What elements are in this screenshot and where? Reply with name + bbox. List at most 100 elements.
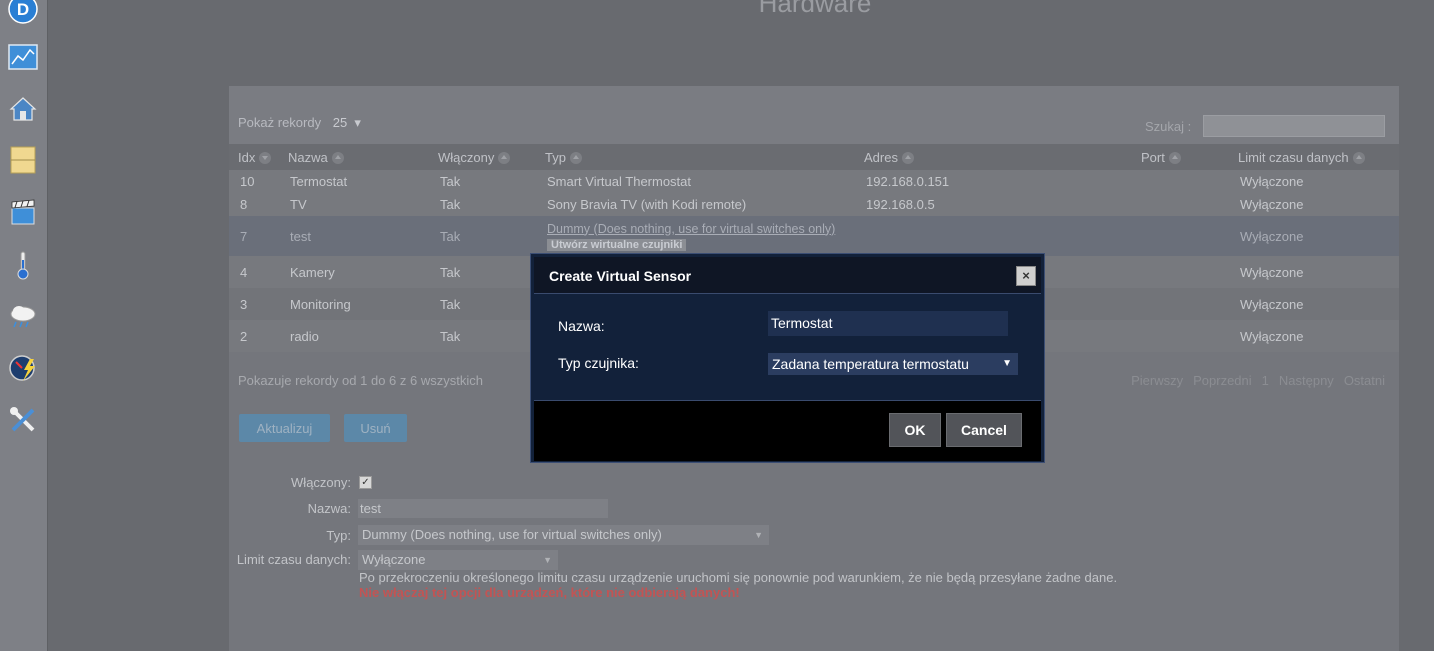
- name-field[interactable]: test: [358, 499, 608, 518]
- header-timeout[interactable]: Limit czasu danych: [1229, 144, 1399, 170]
- sensor-type-value: Zadana temperatura termostatu: [772, 356, 969, 372]
- setup-icon[interactable]: [6, 403, 40, 437]
- sidebar: D: [0, 0, 48, 651]
- weather-icon[interactable]: [6, 299, 40, 333]
- cell-timeout: Wyłączone: [1229, 320, 1399, 352]
- chevron-down-icon: ▼: [1002, 358, 1012, 369]
- sort-icon: [498, 152, 511, 165]
- temperature-icon[interactable]: [6, 248, 40, 282]
- cell-timeout: Wyłączone: [1229, 193, 1399, 216]
- type-select-value: Dummy (Does nothing, use for virtual swi…: [362, 527, 662, 542]
- cell-port: [1132, 320, 1229, 352]
- cell-name: radio: [279, 320, 429, 352]
- floorplan-icon[interactable]: [6, 92, 40, 126]
- dialog-footer: OK Cancel: [534, 400, 1041, 461]
- cell-name: Monitoring: [279, 288, 429, 320]
- cell-port: [1132, 170, 1229, 193]
- search-input[interactable]: [1203, 115, 1385, 137]
- sort-icon: [901, 152, 914, 165]
- cell-type: Smart Virtual Thermostat: [536, 170, 855, 193]
- timeout-note: Po przekroczeniu określonego limitu czas…: [359, 570, 1118, 585]
- cancel-button[interactable]: Cancel: [946, 413, 1022, 447]
- cell-idx: 4: [229, 256, 279, 288]
- svg-text:D: D: [17, 0, 29, 19]
- timeout-label: Limit czasu danych:: [236, 552, 351, 567]
- name-label: Nazwa:: [307, 501, 351, 516]
- cell-type: Dummy (Does nothing, use for virtual swi…: [536, 216, 855, 256]
- pager-prev[interactable]: Poprzedni: [1193, 373, 1252, 388]
- sort-icon: [1168, 152, 1181, 165]
- table-row[interactable]: 8 TV Tak Sony Bravia TV (with Kodi remot…: [229, 193, 1399, 216]
- cell-address: 192.168.0.5: [855, 193, 1132, 216]
- dialog-title: Create Virtual Sensor: [549, 268, 692, 284]
- cell-name: TV: [279, 193, 429, 216]
- close-icon[interactable]: ×: [1016, 266, 1036, 286]
- domoticz-logo-icon[interactable]: D: [6, 0, 40, 26]
- utility-icon[interactable]: [6, 351, 40, 385]
- dialog-titlebar: Create Virtual Sensor ×: [534, 257, 1041, 294]
- cell-timeout: Wyłączone: [1229, 288, 1399, 320]
- cell-timeout: Wyłączone: [1229, 170, 1399, 193]
- create-virtual-sensors-button[interactable]: Utwórz wirtualne czujniki: [547, 238, 687, 251]
- show-records-label: Pokaż rekordy: [238, 115, 322, 130]
- cell-type: Sony Bravia TV (with Kodi remote): [536, 193, 855, 216]
- table-header-row: Idx Nazwa Włączony Typ Adres Port Limit …: [229, 144, 1399, 170]
- cell-idx: 10: [229, 170, 279, 193]
- cell-type-text: Dummy (Does nothing, use for virtual swi…: [547, 221, 836, 236]
- cell-enabled: Tak: [429, 170, 536, 193]
- pager-last[interactable]: Ostatni: [1344, 373, 1385, 388]
- enabled-label: Włączony:: [291, 475, 351, 490]
- ok-button[interactable]: OK: [889, 413, 941, 447]
- cell-timeout: Wyłączone: [1229, 216, 1399, 256]
- cell-timeout: Wyłączone: [1229, 256, 1399, 288]
- sensor-type-select[interactable]: Zadana temperatura termostatu ▼: [768, 353, 1018, 375]
- cell-name: Termostat: [279, 170, 429, 193]
- header-port[interactable]: Port: [1132, 144, 1229, 170]
- header-name[interactable]: Nazwa: [279, 144, 429, 170]
- cell-enabled: Tak: [429, 288, 536, 320]
- dashboard-icon[interactable]: [6, 40, 40, 74]
- cell-idx: 8: [229, 193, 279, 216]
- header-address[interactable]: Adres: [855, 144, 1132, 170]
- chevron-down-icon: ▼: [543, 555, 552, 565]
- create-virtual-sensor-dialog: Create Virtual Sensor × Nazwa: Termostat…: [530, 253, 1045, 463]
- pager-page[interactable]: 1: [1262, 373, 1269, 388]
- show-records: Pokaż rekordy 25 ▾: [238, 115, 365, 131]
- update-button[interactable]: Aktualizuj: [239, 414, 330, 442]
- cell-name: test: [279, 216, 429, 256]
- cell-port: [1132, 193, 1229, 216]
- cell-idx: 7: [229, 216, 279, 256]
- delete-button[interactable]: Usuń: [344, 414, 407, 442]
- timeout-select[interactable]: Wyłączone ▼: [358, 550, 558, 570]
- page-title: Hardware: [758, 0, 872, 18]
- cell-name: Kamery: [279, 256, 429, 288]
- table-row-selected[interactable]: 7 test Tak Dummy (Does nothing, use for …: [229, 216, 1399, 256]
- type-select[interactable]: Dummy (Does nothing, use for virtual swi…: [358, 525, 769, 545]
- table-row[interactable]: 10 Termostat Tak Smart Virtual Thermosta…: [229, 170, 1399, 193]
- cell-port: [1132, 288, 1229, 320]
- timeout-select-value: Wyłączone: [362, 552, 426, 567]
- header-type[interactable]: Typ: [536, 144, 855, 170]
- chevron-down-icon: ▼: [754, 530, 763, 540]
- cell-idx: 3: [229, 288, 279, 320]
- light-switch-icon[interactable]: [6, 143, 40, 177]
- pager-first[interactable]: Pierwszy: [1131, 373, 1183, 388]
- sort-desc-icon: [259, 152, 272, 165]
- search-label: Szukaj :: [1145, 119, 1192, 134]
- table-toolbar: Pokaż rekordy 25 ▾ Szukaj :: [229, 86, 1399, 144]
- header-idx[interactable]: Idx: [229, 144, 279, 170]
- cell-enabled: Tak: [429, 193, 536, 216]
- records-info: Pokazuje rekordy od 1 do 6 z 6 wszystkic…: [238, 373, 483, 388]
- scenes-icon[interactable]: [6, 195, 40, 229]
- records-per-page-select[interactable]: 25 ▾: [329, 115, 365, 131]
- header-enabled[interactable]: Włączony: [429, 144, 536, 170]
- cell-address: [855, 216, 1132, 256]
- timeout-warning: Nie włączaj tej opcji dla urządzeń, któr…: [359, 585, 740, 600]
- pager-next[interactable]: Następny: [1279, 373, 1334, 388]
- sort-icon: [569, 152, 582, 165]
- cell-address: 192.168.0.151: [855, 170, 1132, 193]
- sensor-name-input[interactable]: Termostat: [768, 311, 1008, 336]
- pagination: Pierwszy Poprzedni 1 Następny Ostatni: [1131, 373, 1385, 388]
- cell-port: [1132, 256, 1229, 288]
- enabled-checkbox[interactable]: ✓: [359, 476, 372, 489]
